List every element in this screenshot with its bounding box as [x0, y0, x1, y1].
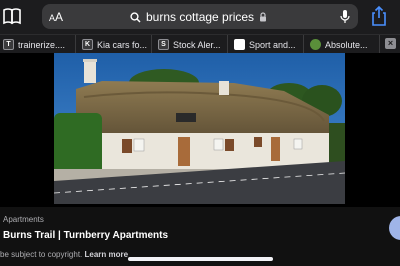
padlock-icon: [260, 12, 267, 22]
favicon-icon: K: [82, 39, 93, 50]
magnifier-icon: [130, 11, 141, 23]
url-field[interactable]: burns cottage prices: [130, 9, 267, 25]
copyright-notice: be subject to copyright. Learn more: [0, 250, 129, 259]
browser-toolbar: AA burns cottage prices: [0, 0, 400, 34]
url-text: burns cottage prices: [146, 10, 255, 24]
tab-kia-cars[interactable]: K Kia cars fo...: [76, 35, 152, 54]
close-tab-button[interactable]: ×: [385, 38, 396, 49]
tab-label: Kia cars fo...: [97, 39, 148, 50]
tab-strip: T trainerize.... K Kia cars fo... S Stoc…: [0, 34, 400, 54]
tab-trainerize[interactable]: T trainerize....: [0, 35, 76, 54]
tab-label: Sport and...: [249, 39, 296, 50]
favicon-icon: S: [158, 39, 169, 50]
tab-label: trainerize....: [18, 39, 66, 50]
book-icon[interactable]: [2, 6, 22, 26]
favicon-icon: T: [3, 39, 14, 50]
cottage-photo[interactable]: [54, 53, 345, 204]
text-size-button[interactable]: AA: [49, 10, 63, 24]
favicon-icon: [234, 39, 245, 50]
address-bar[interactable]: AA burns cottage prices: [42, 4, 358, 29]
tab-stock-alerts[interactable]: S Stock Aler...: [152, 35, 228, 54]
tab-sport[interactable]: Sport and...: [228, 35, 304, 54]
result-title[interactable]: Burns Trail | Turnberry Apartments: [3, 230, 168, 241]
tab-absolute[interactable]: Absolute...: [304, 35, 380, 54]
home-indicator[interactable]: [128, 257, 273, 261]
favicon-icon: [310, 39, 321, 50]
source-label[interactable]: Apartments: [3, 215, 44, 224]
share-icon[interactable]: [368, 5, 390, 27]
tab-label: Stock Aler...: [173, 39, 221, 50]
learn-more-link[interactable]: Learn more: [85, 250, 129, 259]
microphone-icon[interactable]: [340, 9, 350, 25]
tab-label: Absolute...: [325, 39, 368, 50]
